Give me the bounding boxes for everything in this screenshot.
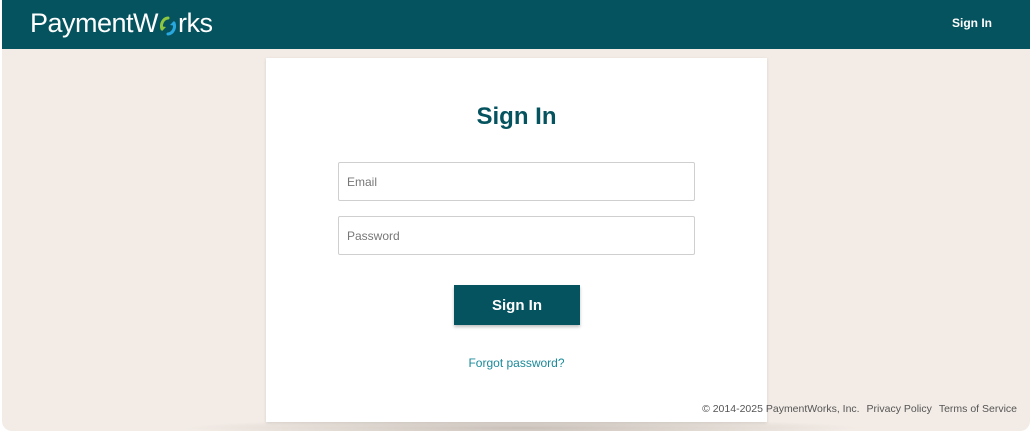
footer-copyright: © 2014-2025 PaymentWorks, Inc. xyxy=(702,403,860,415)
terms-of-service-link[interactable]: Terms of Service xyxy=(939,403,1017,415)
page-title: Sign In xyxy=(476,103,557,130)
signin-button[interactable]: Sign In xyxy=(454,285,580,325)
nav-signin-link[interactable]: Sign In xyxy=(952,16,992,30)
email-field[interactable] xyxy=(338,162,695,201)
privacy-policy-link[interactable]: Privacy Policy xyxy=(867,403,932,415)
logo-text-suffix: rks xyxy=(178,8,213,38)
forgot-password-link[interactable]: Forgot password? xyxy=(266,356,767,370)
footer: © 2014-2025 PaymentWorks, Inc. Privacy P… xyxy=(698,403,1017,415)
top-navbar: PaymentW rks Sign In xyxy=(2,0,1030,49)
signin-card: Sign In Sign In Forgot password? xyxy=(266,58,767,422)
paymentworks-o-arrows-icon xyxy=(159,12,177,36)
paymentworks-logo[interactable]: PaymentW rks xyxy=(30,7,213,39)
logo-text-prefix: PaymentW xyxy=(30,8,159,38)
password-field[interactable] xyxy=(338,216,695,255)
app-frame: PaymentW rks Sign In Sign In Sign In For… xyxy=(2,0,1030,431)
